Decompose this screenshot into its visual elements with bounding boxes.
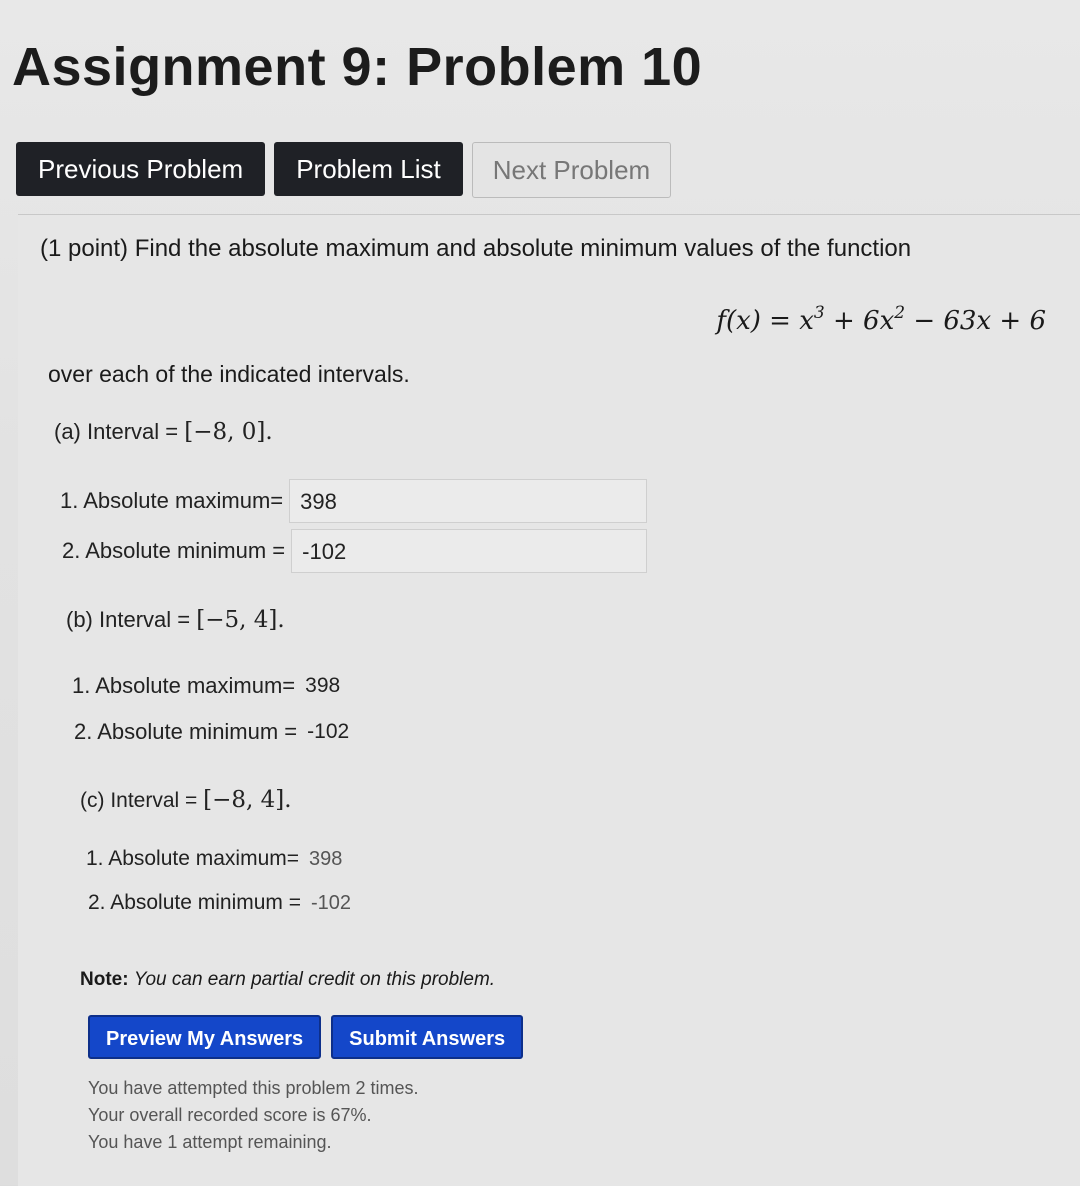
page: Assignment 9: Problem 10 Previous Proble… xyxy=(0,0,1080,1186)
part-a-min-label: 2. Absolute minimum = xyxy=(62,538,286,563)
part-c-min-label: 2. Absolute minimum = xyxy=(88,891,302,914)
answer-actions: Preview My Answers Submit Answers xyxy=(88,1015,524,1059)
submit-answers-button[interactable]: Submit Answers xyxy=(331,1015,524,1059)
formula-exponent-3: 3 xyxy=(813,303,825,323)
formula-exponent-2: 2 xyxy=(894,303,906,323)
interval-b-math: [−5, 4]. xyxy=(196,607,285,633)
next-problem-button: Next Problem xyxy=(471,142,672,198)
part-b-min-label: 2. Absolute minimum = xyxy=(74,719,298,744)
part-c-max-label: 1. Absolute maximum= xyxy=(86,847,300,870)
part-a-max-row: 1. Absolute maximum= 398 xyxy=(60,479,648,523)
problem-body: (1 point) Find the absolute maximum and … xyxy=(18,214,1080,1186)
note-text: You can earn partial credit on this prob… xyxy=(133,969,496,990)
previous-problem-button[interactable]: Previous Problem xyxy=(16,142,266,196)
interval-c: (c) Interval = [−8, 4]. xyxy=(80,787,292,813)
part-c-max-input[interactable]: 398 xyxy=(299,848,342,871)
attempts-text: You have attempted this problem 2 times. xyxy=(88,1078,419,1098)
interval-b: (b) Interval = [−5, 4]. xyxy=(66,607,285,633)
part-b-max-label: 1. Absolute maximum= xyxy=(72,673,296,698)
part-c-min-row: 2. Absolute minimum = -102 xyxy=(88,891,351,915)
part-c-min-input[interactable]: -102 xyxy=(301,892,351,915)
part-b-max-row: 1. Absolute maximum= 398 xyxy=(72,673,340,699)
formula-rest: − 63x + 6 xyxy=(913,306,1046,336)
formula-lhs: f(x) = x xyxy=(716,306,814,336)
interval-c-math: [−8, 4]. xyxy=(203,787,292,813)
partial-credit-note: Note: You can earn partial credit on thi… xyxy=(80,969,495,991)
part-b-max-input[interactable]: 398 xyxy=(295,674,340,698)
remaining-text: You have 1 attempt remaining. xyxy=(88,1132,332,1152)
problem-list-button[interactable]: Problem List xyxy=(274,142,463,196)
interval-b-label: (b) Interval = xyxy=(66,607,197,632)
page-title: Assignment 9: Problem 10 xyxy=(12,37,703,97)
part-a-max-label: 1. Absolute maximum= xyxy=(60,488,284,513)
interval-c-label: (c) Interval = xyxy=(80,789,204,812)
part-a-max-input[interactable]: 398 xyxy=(289,479,648,523)
formula-mid: + 6x xyxy=(832,306,895,336)
part-a-min-row: 2. Absolute minimum = -102 xyxy=(62,529,648,573)
note-label: Note: xyxy=(80,969,129,990)
score-text: Your overall recorded score is 67%. xyxy=(88,1105,372,1125)
part-a-min-input[interactable]: -102 xyxy=(291,529,648,573)
part-b-min-row: 2. Absolute minimum = -102 xyxy=(74,719,349,745)
attempt-status: You have attempted this problem 2 times.… xyxy=(88,1075,419,1156)
interval-a: (a) Interval = [−8, 0]. xyxy=(54,419,273,445)
interval-a-label: (a) Interval = xyxy=(54,419,185,444)
part-c-max-row: 1. Absolute maximum= 398 xyxy=(86,847,342,871)
function-formula: f(x) = x3 + 6x2 − 63x + 6 xyxy=(716,303,1046,336)
problem-statement: (1 point) Find the absolute maximum and … xyxy=(40,235,912,262)
part-b-min-input[interactable]: -102 xyxy=(297,720,349,744)
intervals-intro: over each of the indicated intervals. xyxy=(48,361,410,387)
problem-nav: Previous Problem Problem List Next Probl… xyxy=(16,142,672,198)
interval-a-math: [−8, 0]. xyxy=(184,419,273,445)
preview-answers-button[interactable]: Preview My Answers xyxy=(88,1015,322,1059)
